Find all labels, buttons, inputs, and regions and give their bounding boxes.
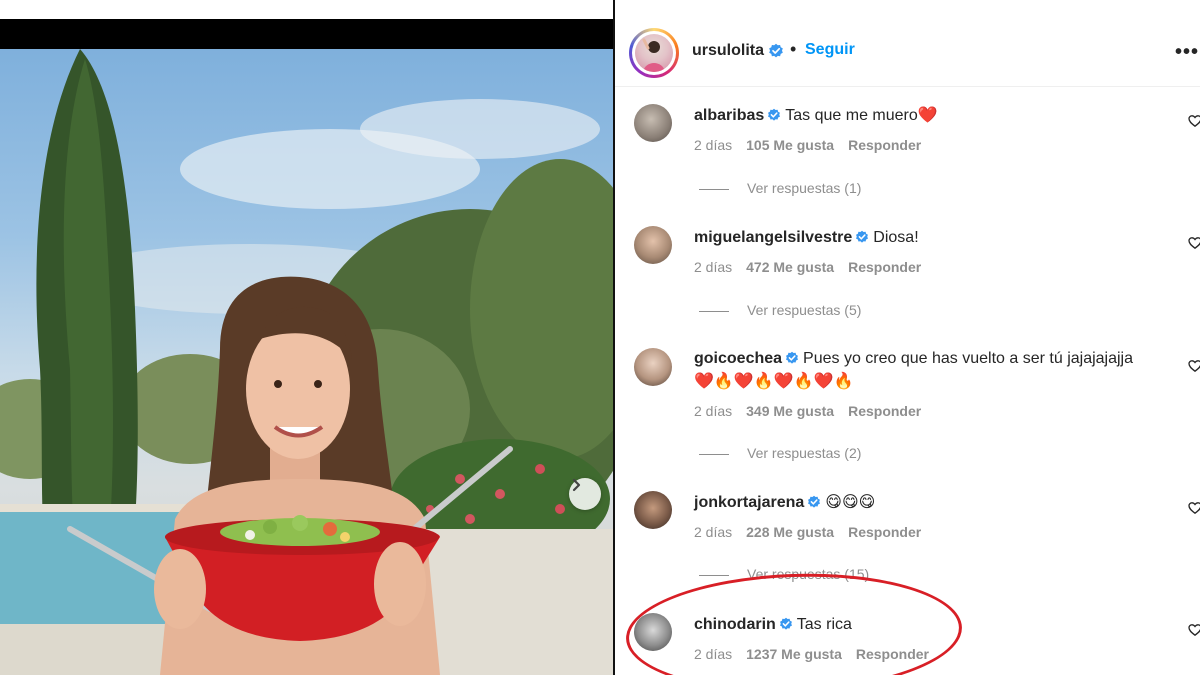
comment-text: Diosa! xyxy=(873,229,919,246)
verified-badge-icon xyxy=(779,617,792,630)
comment-body: albaribas Tas que me muero❤️ xyxy=(694,104,1164,127)
reply-button[interactable]: Responder xyxy=(848,524,921,540)
comment-likes[interactable]: 105 Me gusta xyxy=(746,137,834,153)
comment-body: chinodarin Tas rica xyxy=(694,613,1164,636)
commenter-username[interactable]: jonkortajarena xyxy=(694,494,804,511)
author-avatar-image xyxy=(642,38,665,72)
view-replies-link[interactable]: Ver respuestas (5) xyxy=(699,302,861,318)
commenter-username[interactable]: miguelangelsilvestre xyxy=(694,229,852,246)
comment-time: 2 días xyxy=(694,259,733,275)
replies-line xyxy=(699,453,729,455)
commenter-avatar[interactable] xyxy=(634,226,672,264)
reply-button[interactable]: Responder xyxy=(848,259,921,275)
view-replies-label: Ver respuestas (1) xyxy=(747,180,862,196)
replies-line xyxy=(699,574,729,576)
carousel-next-button[interactable] xyxy=(569,478,601,510)
comment-time: 2 días xyxy=(694,646,733,662)
post-photo[interactable] xyxy=(0,49,613,675)
verified-badge-icon xyxy=(808,495,821,508)
comment-meta: 2 días 349 Me gusta Responder xyxy=(694,403,935,419)
commenter-avatar[interactable] xyxy=(634,491,672,529)
comment-body: miguelangelsilvestre Diosa! xyxy=(694,226,1164,249)
like-heart-icon[interactable] xyxy=(1188,359,1200,373)
more-options-button[interactable]: ••• xyxy=(1175,41,1199,64)
view-replies-label: Ver respuestas (2) xyxy=(747,445,862,461)
commenter-username[interactable]: goicoechea xyxy=(694,350,782,367)
reply-button[interactable]: Responder xyxy=(848,137,921,153)
photo-illustration xyxy=(0,49,613,675)
comment-body: jonkortajarena 😋😋😋 xyxy=(694,491,1164,514)
verified-badge-icon xyxy=(768,108,781,121)
comment-meta: 2 días 1237 Me gusta Responder xyxy=(694,646,943,662)
comment-likes[interactable]: 228 Me gusta xyxy=(746,524,834,540)
comment-time: 2 días xyxy=(694,137,733,153)
commenter-avatar[interactable] xyxy=(634,613,672,651)
comment-text: Tas rica xyxy=(796,616,852,633)
like-heart-icon[interactable] xyxy=(1188,114,1200,128)
comment-likes[interactable]: 472 Me gusta xyxy=(746,259,834,275)
comment-meta: 2 días 228 Me gusta Responder xyxy=(694,524,935,540)
comment-text-emojis: ❤️🔥❤️🔥❤️🔥❤️🔥 xyxy=(694,373,854,390)
commenter-username[interactable]: chinodarin xyxy=(694,616,776,633)
comment-text: 😋😋😋 xyxy=(825,494,876,511)
like-heart-icon[interactable] xyxy=(1188,623,1200,637)
view-replies-label: Ver respuestas (15) xyxy=(747,566,870,582)
commenter-username[interactable]: albaribas xyxy=(694,107,764,124)
follow-button[interactable]: Seguir xyxy=(805,41,855,59)
replies-line xyxy=(699,188,729,190)
view-replies-link[interactable]: Ver respuestas (15) xyxy=(699,566,869,582)
comment-text: Pues yo creo que has vuelto a ser tú jaj… xyxy=(803,350,1134,367)
comment-meta: 2 días 105 Me gusta Responder xyxy=(694,137,935,153)
comments-panel: ursulolita • Seguir ••• albaribas Tas que… xyxy=(615,0,1200,675)
comment-likes[interactable]: 1237 Me gusta xyxy=(746,646,842,662)
comment-time: 2 días xyxy=(694,403,733,419)
like-heart-icon[interactable] xyxy=(1188,236,1200,250)
reply-button[interactable]: Responder xyxy=(848,403,921,419)
author-username[interactable]: ursulolita xyxy=(692,42,764,60)
comment-meta: 2 días 472 Me gusta Responder xyxy=(694,259,935,275)
chevron-right-icon xyxy=(572,478,581,492)
verified-badge-icon xyxy=(786,351,798,364)
reply-button[interactable]: Responder xyxy=(856,646,929,662)
verified-badge-icon xyxy=(769,43,783,58)
like-heart-icon[interactable] xyxy=(1188,501,1200,515)
view-replies-link[interactable]: Ver respuestas (2) xyxy=(699,445,861,461)
post-media xyxy=(0,0,613,675)
comment-body: goicoechea Pues yo creo que has vuelto a … xyxy=(694,347,1164,393)
comment-time: 2 días xyxy=(694,524,733,540)
view-replies-label: Ver respuestas (5) xyxy=(747,302,862,318)
comment-text: Tas que me muero❤️ xyxy=(785,107,938,124)
verified-badge-icon xyxy=(856,230,869,243)
view-replies-link[interactable]: Ver respuestas (1) xyxy=(699,180,861,196)
commenter-avatar[interactable] xyxy=(634,104,672,142)
post-header: ursulolita • Seguir ••• xyxy=(615,19,1200,87)
commenter-avatar[interactable] xyxy=(634,348,672,386)
replies-line xyxy=(699,310,729,312)
author-avatar[interactable] xyxy=(629,28,679,78)
comment-likes[interactable]: 349 Me gusta xyxy=(746,403,834,419)
header-separator: • xyxy=(790,39,797,59)
media-top-bar xyxy=(0,19,613,49)
